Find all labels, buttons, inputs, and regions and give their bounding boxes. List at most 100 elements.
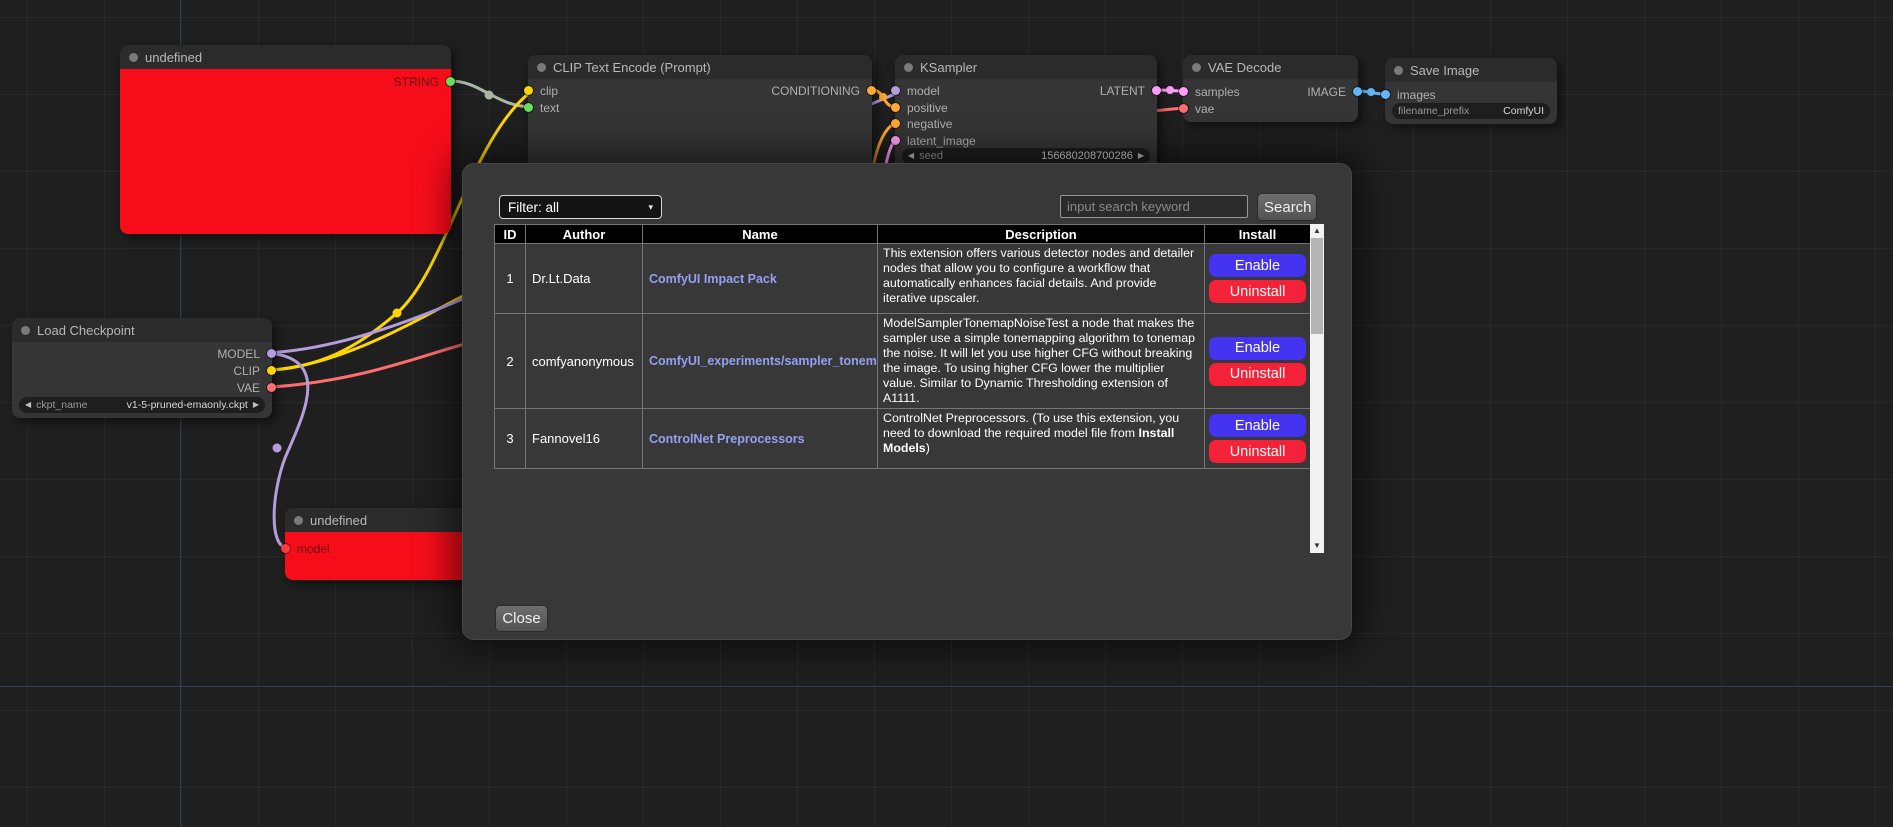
decrement-arrow-icon[interactable]: ◀	[908, 148, 914, 164]
widget-value: 156680208700286	[1041, 150, 1133, 162]
enable-button[interactable]: Enable	[1209, 254, 1306, 277]
search-input[interactable]	[1060, 195, 1248, 218]
node-title: VAE Decode	[1208, 60, 1281, 75]
input-slot-latent-image[interactable]	[891, 136, 900, 145]
link-dot	[1166, 86, 1174, 94]
enable-button[interactable]: Enable	[1209, 337, 1306, 360]
link-dot	[393, 309, 402, 318]
node-collapse-icon[interactable]	[21, 326, 30, 335]
node-title-bar[interactable]: Save Image	[1385, 58, 1557, 82]
node-title-bar[interactable]: VAE Decode	[1183, 55, 1358, 79]
increment-arrow-icon[interactable]: ▶	[1138, 148, 1144, 164]
uninstall-button[interactable]: Uninstall	[1209, 363, 1306, 386]
output-slot-model[interactable]	[267, 349, 276, 358]
input-slot-samples[interactable]	[1179, 87, 1188, 96]
input-slot-vae[interactable]	[1179, 104, 1188, 113]
output-slot-conditioning[interactable]	[867, 86, 876, 95]
uninstall-button[interactable]: Uninstall	[1209, 280, 1306, 303]
col-header-description: Description	[878, 225, 1205, 244]
scrollbar-thumb[interactable]	[1311, 238, 1323, 334]
ext-link[interactable]: ControlNet Preprocessors	[649, 432, 805, 446]
output-label: STRING	[394, 75, 439, 89]
node-load-checkpoint[interactable]: Load Checkpoint MODEL CLIP VAE ◀ ckpt_na…	[12, 318, 272, 418]
node-collapse-icon[interactable]	[537, 63, 546, 72]
ext-author: Dr.Lt.Data	[526, 244, 643, 314]
decrement-arrow-icon[interactable]: ◀	[25, 397, 31, 413]
node-collapse-icon[interactable]	[1192, 63, 1201, 72]
search-button[interactable]: Search	[1257, 193, 1317, 221]
input-label: samples	[1195, 85, 1240, 99]
node-title-bar[interactable]: CLIP Text Encode (Prompt)	[528, 55, 872, 79]
ext-link[interactable]: ComfyUI_experiments/sampler_tonemap	[649, 354, 878, 368]
input-slot-negative[interactable]	[891, 119, 900, 128]
scroll-down-icon[interactable]: ▼	[1310, 539, 1324, 553]
table-row: 3 Fannovel16 ControlNet Preprocessors Co…	[495, 409, 1311, 469]
input-label: model	[907, 84, 940, 98]
input-label: latent_image	[907, 134, 976, 148]
table-row: 2 comfyanonymous ComfyUI_experiments/sam…	[495, 314, 1311, 409]
col-header-author: Author	[526, 225, 643, 244]
node-title-bar[interactable]: KSampler	[895, 55, 1157, 79]
filter-dropdown-value: Filter: all	[508, 200, 559, 215]
node-undefined-bottom[interactable]: undefined model	[285, 508, 475, 580]
input-label: positive	[907, 101, 948, 115]
ext-description: ControlNet Preprocessors. (To use this e…	[878, 409, 1205, 469]
node-title-bar[interactable]: undefined	[120, 45, 451, 69]
filename-prefix-widget[interactable]: filename_prefix ComfyUI	[1392, 103, 1550, 119]
ext-author: comfyanonymous	[526, 314, 643, 409]
node-collapse-icon[interactable]	[129, 53, 138, 62]
table-scrollbar[interactable]: ▲ ▼	[1310, 224, 1324, 553]
ext-id: 1	[495, 244, 526, 314]
close-button[interactable]: Close	[495, 605, 548, 632]
node-title-bar[interactable]: undefined	[285, 508, 475, 532]
custom-nodes-dialog: Filter: all ▾ Search ID Author Name Desc…	[462, 163, 1352, 640]
input-label: images	[1397, 88, 1436, 102]
node-collapse-icon[interactable]	[1394, 66, 1403, 75]
input-label: text	[540, 101, 559, 115]
output-slot-vae[interactable]	[267, 383, 276, 392]
node-undefined-top[interactable]: undefined STRING	[120, 45, 451, 234]
output-label: IMAGE	[1307, 85, 1346, 99]
input-label: negative	[907, 117, 952, 131]
increment-arrow-icon[interactable]: ▶	[253, 397, 259, 413]
uninstall-button[interactable]: Uninstall	[1209, 440, 1306, 463]
output-slot-clip[interactable]	[267, 366, 276, 375]
chevron-down-icon: ▾	[648, 202, 653, 213]
ext-link[interactable]: ComfyUI Impact Pack	[649, 272, 777, 286]
input-slot-images[interactable]	[1381, 90, 1390, 99]
output-slot-string[interactable]	[446, 77, 455, 86]
node-ksampler[interactable]: KSampler model positive negative latent_…	[895, 55, 1157, 180]
input-slot-clip[interactable]	[524, 86, 533, 95]
node-collapse-icon[interactable]	[904, 63, 913, 72]
node-title-bar[interactable]: Load Checkpoint	[12, 318, 272, 342]
link-dot	[273, 444, 282, 453]
widget-label: filename_prefix	[1398, 105, 1469, 117]
input-slot-model[interactable]	[891, 86, 900, 95]
widget-label: ckpt_name	[36, 399, 87, 411]
comfyui-canvas[interactable]: undefined STRING CLIP Text Encode (Promp…	[0, 0, 1893, 827]
extensions-table: ID Author Name Description Install 1 Dr.…	[494, 224, 1311, 469]
output-slot-image[interactable]	[1353, 87, 1362, 96]
input-slot-positive[interactable]	[891, 103, 900, 112]
node-vae-decode[interactable]: VAE Decode samples vae IMAGE	[1183, 55, 1358, 122]
input-slot-model[interactable]	[281, 544, 290, 553]
node-collapse-icon[interactable]	[294, 516, 303, 525]
widget-value: ComfyUI	[1503, 105, 1544, 117]
output-label: VAE	[237, 381, 260, 395]
output-slot-latent[interactable]	[1152, 86, 1161, 95]
scroll-up-icon[interactable]: ▲	[1310, 224, 1324, 238]
link-dot	[485, 91, 494, 100]
input-slot-text[interactable]	[524, 103, 533, 112]
node-title: CLIP Text Encode (Prompt)	[553, 60, 711, 75]
node-save-image[interactable]: Save Image images filename_prefix ComfyU…	[1385, 58, 1557, 124]
seed-widget[interactable]: ◀ seed 156680208700286 ▶	[902, 148, 1150, 164]
filter-dropdown[interactable]: Filter: all ▾	[499, 195, 662, 219]
link-dot	[879, 93, 887, 101]
col-header-name: Name	[643, 225, 878, 244]
table-header-row: ID Author Name Description Install	[495, 225, 1311, 244]
node-title: Save Image	[1410, 63, 1479, 78]
widget-label: seed	[919, 150, 943, 162]
col-header-id: ID	[495, 225, 526, 244]
enable-button[interactable]: Enable	[1209, 414, 1306, 437]
ckpt-name-widget[interactable]: ◀ ckpt_name v1-5-pruned-emaonly.ckpt ▶	[19, 397, 265, 413]
